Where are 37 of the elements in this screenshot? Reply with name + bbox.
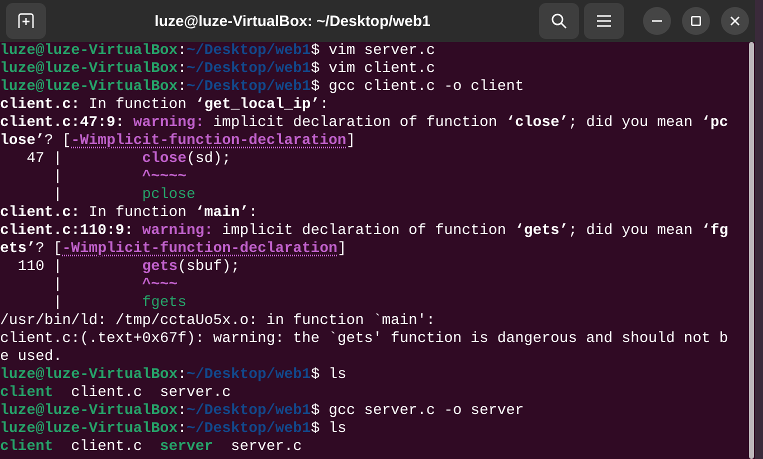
terminal-line: 47 | close(sd); bbox=[26, 150, 231, 168]
window-title: luze@luze-VirtualBox: ~/Desktop/web1 bbox=[154, 12, 432, 30]
terminal-line: luze@luze-VirtualBox:~/Desktop/web1$ ls bbox=[0, 420, 346, 438]
terminal-line: e used. bbox=[0, 348, 62, 366]
menu-icon bbox=[597, 15, 611, 27]
terminal-line: client.c:(.text+0x67f): warning: the `gets' function is dangerous and should not b bbox=[0, 330, 728, 348]
terminal-line: 110 | gets(sbuf); bbox=[16, 258, 240, 276]
minimize-button[interactable] bbox=[643, 7, 671, 35]
terminal-line: lose’? [-Wimplicit-function-declaration] bbox=[0, 132, 356, 150]
terminal-line: client client.c server server.c bbox=[0, 438, 302, 456]
close-button[interactable] bbox=[721, 7, 749, 35]
terminal-line: /usr/bin/ld: /tmp/cctaUo5x.o: in function `main': bbox=[0, 312, 436, 330]
terminal-line: luze@luze-VirtualBox:~/Desktop/web1$ gcc server.c -o server bbox=[0, 402, 524, 420]
terminal-line: | ^~~~ bbox=[52, 276, 178, 294]
minimize-icon bbox=[652, 20, 662, 22]
terminal-line: | pclose bbox=[52, 186, 196, 204]
menu-button[interactable] bbox=[584, 3, 624, 39]
terminal-line: luze@luze-VirtualBox:~/Desktop/web1$ ls bbox=[0, 366, 346, 384]
terminal-line: client.c: In function ‘get_local_ip’: bbox=[0, 96, 329, 114]
terminal-line: ets’? [-Wimplicit-function-declaration] bbox=[0, 240, 346, 258]
terminal-line: luze@luze-VirtualBox:~/Desktop/web1$ vim client.c bbox=[0, 60, 436, 78]
terminal-line: client.c:110:9: warning: implicit declaration of function ‘gets’; did you mean ‘fg bbox=[0, 222, 728, 240]
terminal-line: luze@luze-VirtualBox:~/Desktop/web1$ gcc client.c -o client bbox=[0, 78, 524, 96]
terminal-line: client.c: In function ‘main’: bbox=[0, 204, 258, 222]
new-tab-icon bbox=[18, 13, 34, 29]
terminal-line: luze@luze-VirtualBox:~/Desktop/web1$ vim server.c bbox=[0, 42, 436, 60]
search-button[interactable] bbox=[539, 3, 579, 39]
terminal-line: | fgets bbox=[52, 294, 186, 312]
maximize-icon bbox=[691, 16, 701, 26]
search-icon bbox=[551, 13, 567, 29]
new-tab-button[interactable] bbox=[6, 3, 46, 39]
terminal-line: | ^~~~~ bbox=[52, 168, 186, 186]
maximize-button[interactable] bbox=[682, 7, 710, 35]
terminal-line: client.c:47:9: warning: implicit declaration of function ‘close’; did you mean ‘pc bbox=[0, 114, 728, 132]
scrollbar[interactable] bbox=[749, 42, 754, 459]
terminal-line: client client.c server.c bbox=[0, 384, 231, 402]
close-icon bbox=[730, 16, 740, 26]
